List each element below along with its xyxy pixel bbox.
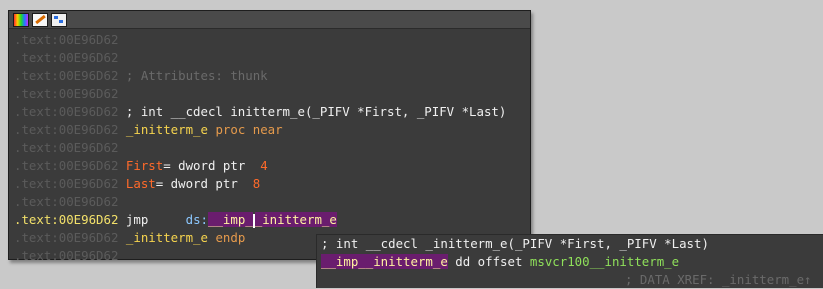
preview-line: __imp__initterm_e dd offset msvcr100__in… <box>317 253 823 271</box>
ida-graph-node[interactable]: .text:00E96D62 .text:00E96D62 .text:00E9… <box>8 10 531 263</box>
graph-icon[interactable] <box>51 12 67 27</box>
listing-line[interactable]: .text:00E96D62 ; int __cdecl initterm_e(… <box>14 103 530 121</box>
preview-line: ; int __cdecl _initterm_e(_PIFV *First, … <box>317 235 823 253</box>
address: .text:00E96D62 <box>14 248 119 263</box>
segment-prefix: ds: <box>185 212 208 227</box>
listing-line[interactable]: .text:00E96D62 First= dword ptr 4 <box>14 157 530 175</box>
listing-line[interactable]: .text:00E96D62 <box>14 193 530 211</box>
stack-variable[interactable]: Last <box>126 176 156 191</box>
listing-line[interactable]: .text:00E96D62 <box>14 31 530 49</box>
variable-type: = dword ptr <box>155 176 238 191</box>
variable-type: = dword ptr <box>163 158 246 173</box>
function-name[interactable]: _initterm_e <box>126 230 208 245</box>
symbol-highlight: __imp__initterm_e <box>321 254 448 269</box>
comment: ; Attributes: thunk <box>125 68 268 83</box>
directive: dd offset <box>455 254 523 269</box>
function-prototype: ; int __cdecl _initterm_e(_PIFV *First, … <box>321 236 709 251</box>
address: .text:00E96D62 <box>14 230 119 245</box>
address: .text:00E96D62 <box>14 212 119 227</box>
edit-node-icon[interactable] <box>32 12 48 27</box>
address: .text:00E96D62 <box>14 50 119 65</box>
listing-line[interactable]: .text:00E96D62 <box>14 85 530 103</box>
listing-line[interactable]: .text:00E96D62 Last= dword ptr 8 <box>14 175 530 193</box>
color-palette-icon[interactable] <box>13 12 29 27</box>
disassembly-listing[interactable]: .text:00E96D62 .text:00E96D62 .text:00E9… <box>9 29 530 265</box>
preview-line: ; DATA XREF: _initterm_e↑ <box>317 271 823 289</box>
address: .text:00E96D62 <box>14 68 119 83</box>
address: .text:00E96D62 <box>14 140 119 155</box>
address: .text:00E96D62 <box>14 158 119 173</box>
hover-preview: ; int __cdecl _initterm_e(_PIFV *First, … <box>316 234 823 288</box>
listing-line[interactable]: .text:00E96D62 _initterm_e proc near <box>14 121 530 139</box>
import-target: msvcr100__initterm_e <box>529 254 680 269</box>
node-titlebar <box>9 11 530 29</box>
address: .text:00E96D62 <box>14 122 119 137</box>
listing-line-selected[interactable]: .text:00E96D62 jmp ds:__imp_ _initterm_e <box>14 211 530 229</box>
variable-offset: 4 <box>260 158 268 173</box>
operand-highlight[interactable]: __imp_ <box>208 212 253 227</box>
listing-line[interactable]: .text:00E96D62 ; Attributes: thunk <box>14 67 530 85</box>
address: .text:00E96D62 <box>14 32 119 47</box>
address: .text:00E96D62 <box>14 176 119 191</box>
address: .text:00E96D62 <box>14 86 119 101</box>
xref-comment: ; DATA XREF: _initterm_e↑ <box>625 272 812 287</box>
keyword: proc near <box>215 122 283 137</box>
address: .text:00E96D62 <box>14 104 119 119</box>
function-prototype: ; int __cdecl initterm_e(_PIFV *First, _… <box>125 104 507 119</box>
function-name[interactable]: _initterm_e <box>126 122 208 137</box>
address: .text:00E96D62 <box>14 194 119 209</box>
listing-line[interactable]: .text:00E96D62 <box>14 139 530 157</box>
keyword: endp <box>215 230 246 245</box>
operand-highlight[interactable]: _initterm_e <box>254 212 337 227</box>
stack-variable[interactable]: First <box>126 158 163 173</box>
variable-offset: 8 <box>252 176 261 191</box>
mnemonic: jmp <box>125 212 149 227</box>
listing-line[interactable]: .text:00E96D62 <box>14 49 530 67</box>
